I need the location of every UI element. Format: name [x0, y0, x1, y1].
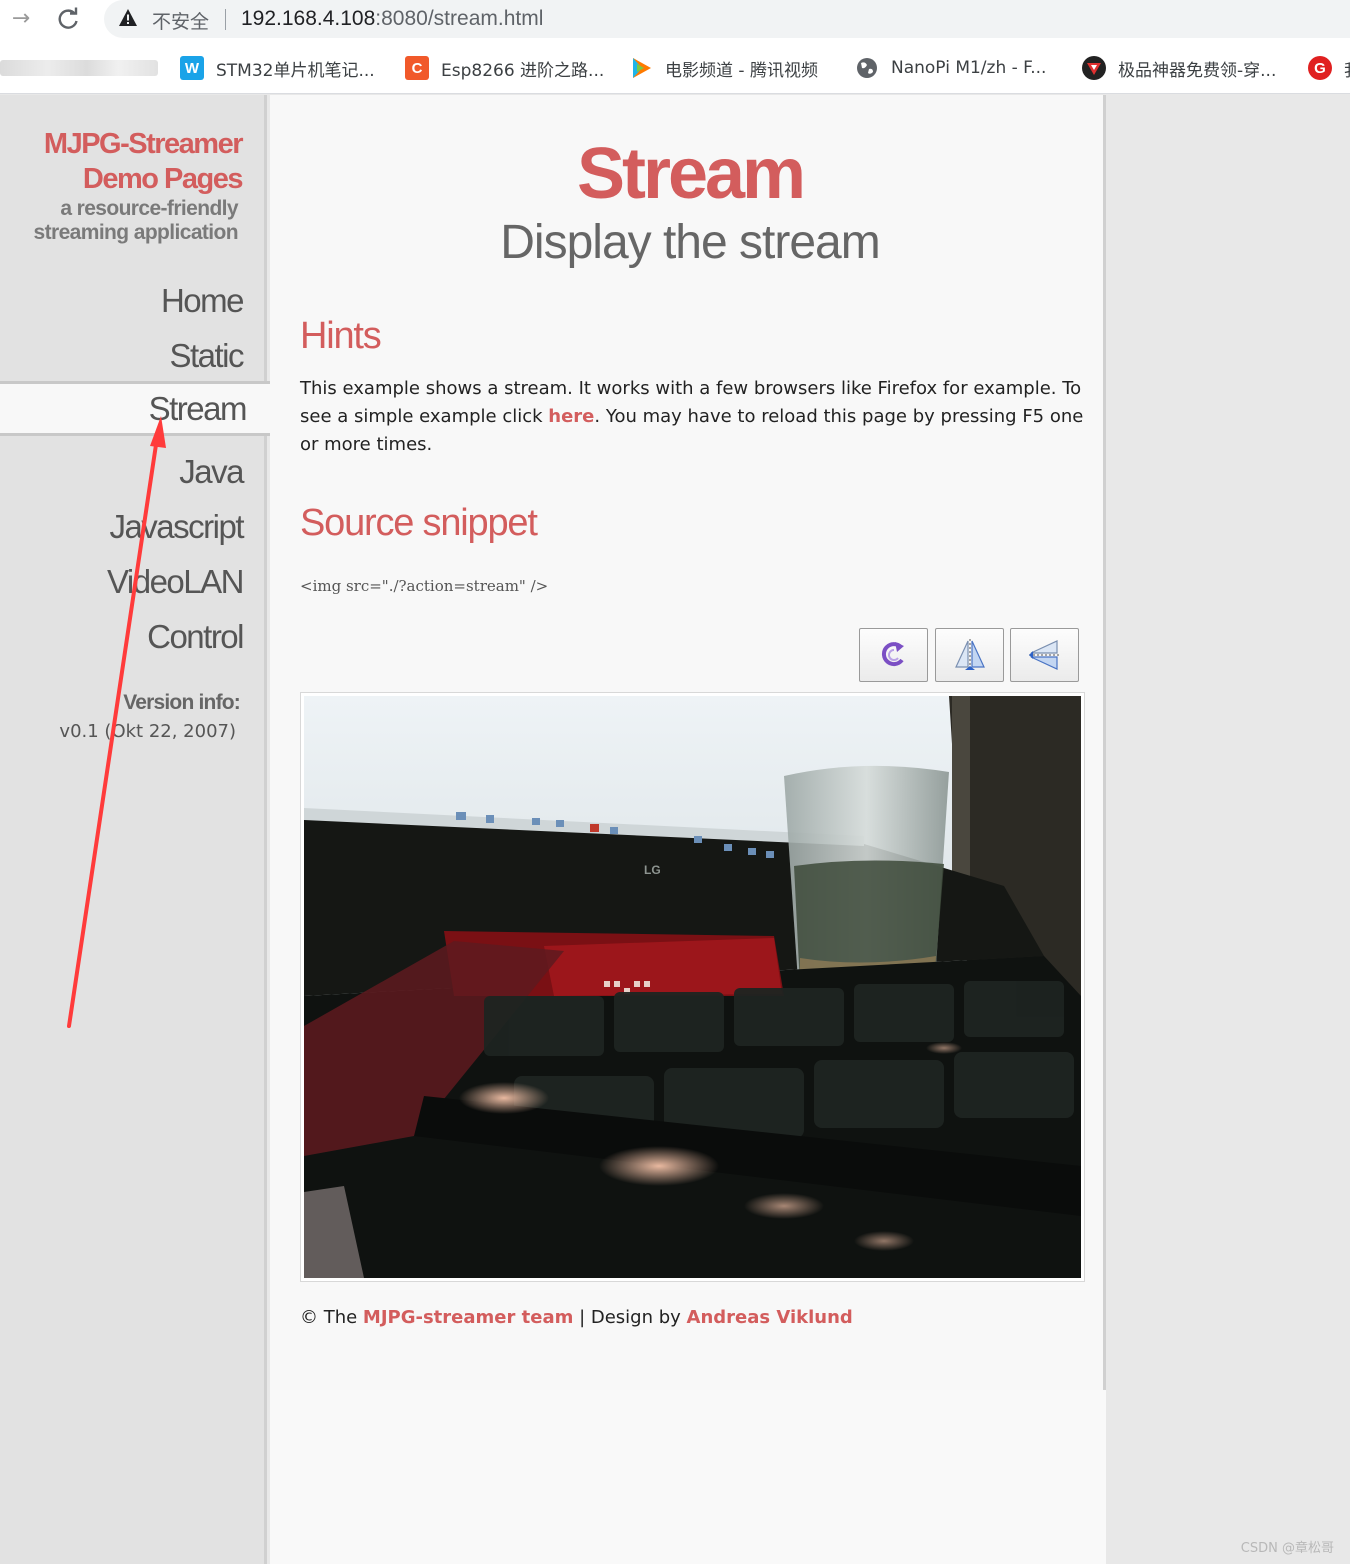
menu-item-control[interactable]: Control — [0, 609, 267, 664]
url-path: :8080/stream.html — [375, 7, 544, 30]
content-bottom-area — [270, 1390, 1106, 1564]
site-logo[interactable]: MJPG-Streamer Demo Pages — [43, 127, 244, 197]
tencent-video-icon — [629, 56, 653, 80]
address-separator — [225, 9, 226, 30]
menu-item-videolan[interactable]: VideoLAN — [0, 554, 267, 609]
bookmark-truncated[interactable]: G 我 — [1308, 54, 1350, 82]
bookmark-label: 极品神器免费领-穿... — [1118, 60, 1277, 81]
bookmark-label: NanoPi M1/zh - F... — [891, 58, 1047, 78]
flip-vertical-button[interactable] — [935, 628, 1004, 682]
bookmark-label: 电影频道 - 腾讯视频 — [665, 60, 818, 81]
bookmark-stm32[interactable]: W STM32单片机笔记... — [180, 54, 375, 82]
game-icon — [1082, 56, 1106, 80]
forward-icon[interactable]: → — [8, 6, 34, 32]
footer-prefix: © The — [300, 1307, 363, 1328]
version-value: v0.1 (Okt 22, 2007) — [59, 721, 236, 742]
bookmarks-bar: W STM32单片机笔记... C Esp8266 进阶之路... 电影频道 -… — [0, 40, 1350, 94]
waveshare-icon: W — [180, 56, 204, 80]
stream-frame: LG — [300, 692, 1085, 1282]
flip-horizontal-button[interactable] — [1010, 628, 1079, 682]
bookmark-label: STM32单片机笔记... — [216, 60, 375, 81]
address-bar[interactable]: 不安全 192.168.4.108:8080/stream.html — [104, 0, 1350, 38]
flip-horizontal-icon — [1028, 640, 1061, 670]
source-code: <img src="./?action=stream" /> — [300, 577, 549, 595]
here-link[interactable]: here — [548, 406, 594, 427]
footer: © The MJPG-streamer team | Design by And… — [300, 1307, 853, 1328]
menu-item-home[interactable]: Home — [0, 273, 267, 328]
csdn-icon: C — [405, 56, 429, 80]
flip-vertical-icon — [954, 639, 985, 671]
main-content: Stream Display the stream Hints This exa… — [270, 95, 1106, 1564]
rotate-icon — [881, 642, 904, 667]
page-title: Stream — [576, 134, 806, 214]
url-host: 192.168.4.108 — [241, 7, 376, 30]
warning-icon[interactable] — [118, 8, 138, 28]
menu-item-stream[interactable]: Stream — [0, 381, 270, 436]
menu-item-javascript[interactable]: Javascript — [0, 499, 267, 554]
watermark: CSDN @章松哥 — [1240, 1541, 1334, 1556]
bookmark-tencent-video[interactable]: 电影频道 - 腾讯视频 — [629, 54, 818, 82]
bookmark-nanopi[interactable]: NanoPi M1/zh - F... — [855, 54, 1046, 82]
source-snippet-heading: Source snippet — [300, 502, 538, 544]
insecure-label: 不安全 — [152, 11, 210, 33]
menu-item-static[interactable]: Static — [0, 328, 267, 383]
site-tagline: a resource-friendly streaming applicatio… — [33, 197, 239, 245]
version-label: Version info: — [123, 691, 241, 714]
blurred-bookmark[interactable] — [0, 60, 158, 76]
hints-paragraph: This example shows a stream. It works wi… — [300, 375, 1090, 459]
page-subtitle: Display the stream — [500, 216, 880, 269]
browser-toolbar: → 不安全 192.168.4.108:8080/stream.html — [0, 0, 1350, 40]
logo-line-2: Demo Pages — [82, 163, 244, 195]
footer-middle: | Design by — [573, 1307, 687, 1328]
bookmark-esp8266[interactable]: C Esp8266 进阶之路... — [405, 54, 604, 82]
url-text[interactable]: 192.168.4.108:8080/stream.html — [241, 7, 543, 31]
svg-text:LG: LG — [644, 863, 661, 877]
bookmark-game[interactable]: 极品神器免费领-穿... — [1082, 54, 1276, 82]
hints-heading: Hints — [300, 315, 382, 357]
globe-icon — [855, 56, 879, 80]
stream-image: LG — [304, 696, 1081, 1278]
reload-icon[interactable] — [54, 5, 82, 33]
g-icon: G — [1308, 56, 1332, 80]
sidebar: MJPG-Streamer Demo Pages a resource-frie… — [0, 95, 270, 1564]
rotate-button[interactable] — [859, 628, 928, 682]
bookmark-label: 我 — [1344, 56, 1350, 81]
tagline-line-2: streaming application — [33, 221, 239, 244]
tagline-line-1: a resource-friendly — [60, 197, 238, 220]
logo-line-1: MJPG-Streamer — [43, 128, 244, 160]
menu-item-java[interactable]: Java — [0, 444, 267, 499]
bookmark-label: Esp8266 进阶之路... — [441, 60, 605, 81]
team-link[interactable]: MJPG-streamer team — [363, 1307, 573, 1328]
designer-link[interactable]: Andreas Viklund — [687, 1307, 853, 1328]
